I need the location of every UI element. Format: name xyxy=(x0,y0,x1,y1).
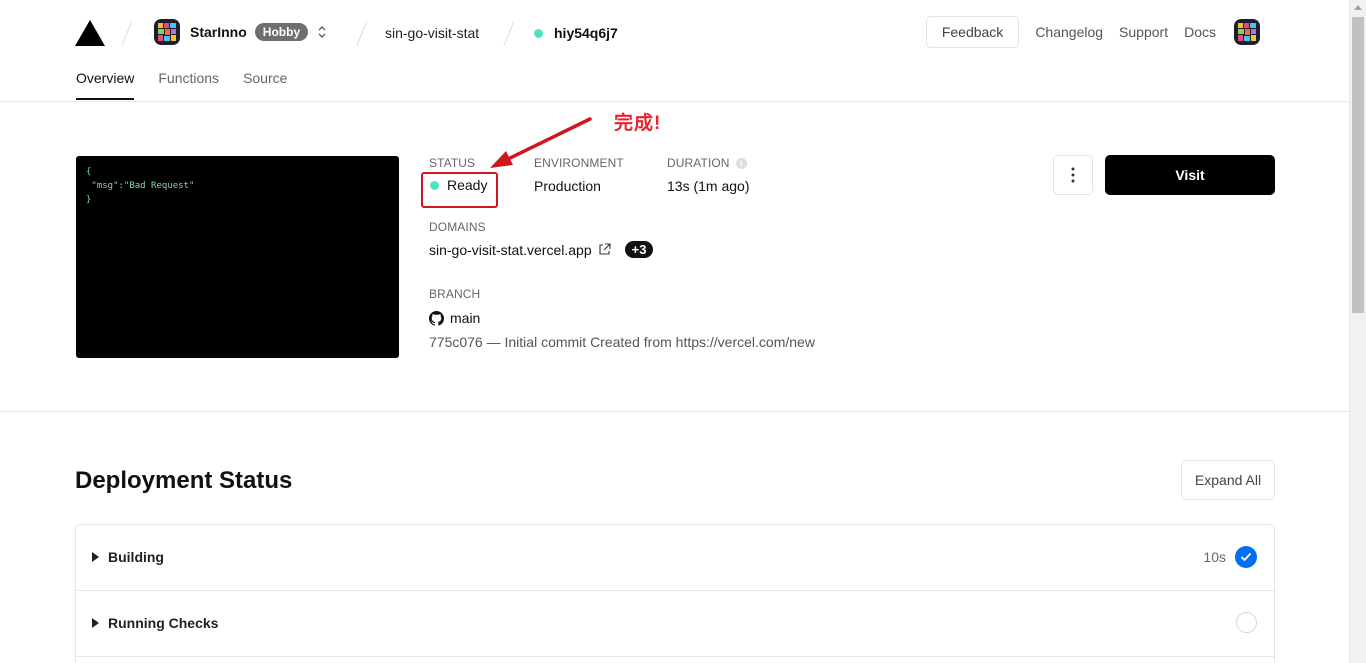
breadcrumb-separator xyxy=(121,20,133,46)
check-circle-icon xyxy=(1235,546,1257,568)
status-row-time: 10s xyxy=(1203,549,1226,565)
status-text: Ready xyxy=(447,177,488,193)
deployment-preview[interactable]: { "msg":"Bad Request" } xyxy=(76,156,399,358)
tab-overview[interactable]: Overview xyxy=(76,70,135,100)
changelog-link[interactable]: Changelog xyxy=(1035,24,1103,40)
tab-functions[interactable]: Functions xyxy=(158,70,219,100)
header-nav: Feedback Changelog Support Docs xyxy=(925,16,1260,48)
visit-button[interactable]: Visit xyxy=(1105,155,1275,195)
domains-label: DOMAINS xyxy=(429,220,486,234)
feedback-button[interactable]: Feedback xyxy=(925,16,1020,48)
environment-value: Production xyxy=(534,178,601,194)
team-switcher[interactable]: StarInno Hobby xyxy=(154,19,309,45)
branch-row: main xyxy=(429,310,480,326)
external-link-icon[interactable] xyxy=(598,243,611,256)
caret-right-icon xyxy=(92,618,99,628)
more-options-button[interactable] xyxy=(1053,155,1093,195)
commit-message[interactable]: 775c076 — Initial commit Created from ht… xyxy=(429,334,815,350)
info-icon[interactable]: i xyxy=(735,158,747,170)
team-name: StarInno xyxy=(190,24,247,40)
section-divider xyxy=(0,411,1349,412)
scroll-thumb[interactable] xyxy=(1352,17,1364,313)
status-row-label: Running Checks xyxy=(108,615,219,631)
github-icon xyxy=(429,310,444,326)
annotation-text: 完成! xyxy=(614,113,662,134)
caret-right-icon xyxy=(92,552,99,562)
ready-dot-icon xyxy=(430,180,439,190)
deployment-status-title: Deployment Status xyxy=(75,467,293,494)
annotation-arrow-icon xyxy=(490,117,592,168)
breadcrumb-separator xyxy=(356,20,368,46)
duration-value-wrap: 13s (1m ago) xyxy=(667,178,750,194)
status-row-label: Building xyxy=(108,549,164,565)
deployment-id-label: hiy54q6j7 xyxy=(554,25,618,41)
user-avatar[interactable] xyxy=(1234,19,1260,45)
preview-line: "msg":"Bad Request" xyxy=(86,181,195,191)
breadcrumb-separator xyxy=(503,20,515,46)
expand-all-button[interactable]: Expand All xyxy=(1181,460,1275,500)
deployment-status-list: Building 10s Running Checks xyxy=(75,524,1275,663)
top-header: StarInno Hobby sin-go-visit-stat hiy54q6… xyxy=(0,0,1349,102)
status-value: Ready xyxy=(430,177,487,193)
deployment-tabs: Overview Functions Source xyxy=(76,70,287,100)
status-row-header: Building xyxy=(92,549,164,565)
status-row-meta xyxy=(1236,612,1257,633)
status-row-running-checks[interactable]: Running Checks xyxy=(76,591,1274,657)
more-vertical-icon xyxy=(1071,167,1075,183)
domain-row: sin-go-visit-stat.vercel.app +3 xyxy=(429,241,654,258)
page-scrollbar[interactable] xyxy=(1349,0,1366,663)
domain-link[interactable]: sin-go-visit-stat.vercel.app xyxy=(429,242,592,258)
deployment-id[interactable]: hiy54q6j7 xyxy=(534,25,618,41)
project-name[interactable]: sin-go-visit-stat xyxy=(385,25,479,41)
duration-label: DURATION xyxy=(667,156,730,170)
team-avatar xyxy=(154,19,180,45)
docs-link[interactable]: Docs xyxy=(1184,24,1216,40)
scroll-up-arrow-icon[interactable] xyxy=(1354,5,1362,10)
status-row-header: Running Checks xyxy=(92,615,218,631)
branch-label: BRANCH xyxy=(429,287,481,301)
status-row-building[interactable]: Building 10s xyxy=(76,525,1274,591)
support-link[interactable]: Support xyxy=(1119,24,1168,40)
branch-name[interactable]: main xyxy=(450,310,480,326)
plan-badge: Hobby xyxy=(254,23,309,41)
preview-line: { xyxy=(86,167,92,177)
status-row-meta: 10s xyxy=(1203,546,1257,568)
ready-dot-icon xyxy=(534,28,543,38)
more-domains-badge[interactable]: +3 xyxy=(624,241,654,258)
tab-source[interactable]: Source xyxy=(243,70,287,100)
duration-value: 13s xyxy=(667,178,690,194)
chevron-up-down-icon[interactable] xyxy=(316,23,328,41)
preview-line: } xyxy=(86,195,92,205)
duration-label-wrap: DURATION i xyxy=(667,156,747,170)
pending-circle-icon xyxy=(1236,612,1257,633)
status-label: STATUS xyxy=(429,156,476,170)
duration-ago: (1m ago) xyxy=(693,178,750,194)
vercel-logo-icon[interactable] xyxy=(75,20,105,46)
